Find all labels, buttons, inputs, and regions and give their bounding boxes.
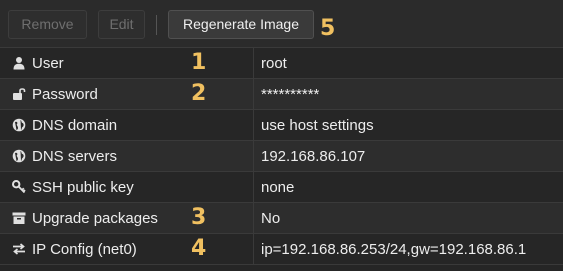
row-key-label: IP Config (net0): [32, 240, 137, 258]
annotation-badge-3: 3: [191, 205, 207, 230]
annotation-badge-5: 5: [320, 16, 336, 41]
globe-icon: [12, 118, 26, 132]
row-value: No: [261, 209, 281, 227]
table-row-upgrade-packages[interactable]: Upgrade packages 3 No: [0, 203, 563, 234]
table-row-ssh-public-key[interactable]: SSH public key none: [0, 172, 563, 203]
archive-icon: [12, 211, 26, 225]
table-row-dns-servers[interactable]: DNS servers 192.168.86.107: [0, 141, 563, 172]
row-value: **********: [261, 85, 320, 103]
row-key-label: DNS servers: [32, 147, 118, 165]
row-key-label: DNS domain: [32, 116, 118, 134]
table-row-user[interactable]: User 1 root: [0, 48, 563, 79]
row-value: root: [261, 54, 287, 72]
unlock-icon: [12, 87, 26, 101]
row-value: 192.168.86.107: [261, 147, 366, 165]
annotation-badge-1: 1: [191, 50, 207, 75]
edit-button[interactable]: Edit: [98, 10, 145, 39]
row-value: use host settings: [261, 116, 374, 134]
annotation-badge-4: 4: [191, 236, 207, 261]
globe-icon: [12, 149, 26, 163]
key-icon: [12, 180, 26, 194]
row-value: ip=192.168.86.253/24,gw=192.168.86.1: [261, 240, 527, 258]
regenerate-image-button[interactable]: Regenerate Image: [168, 10, 314, 39]
row-key-label: SSH public key: [32, 178, 134, 196]
table-row-password[interactable]: Password 2 **********: [0, 79, 563, 110]
row-value: none: [261, 178, 295, 196]
exchange-icon: [12, 242, 26, 256]
table-row-ip-config[interactable]: IP Config (net0) 4 ip=192.168.86.253/24,…: [0, 234, 563, 265]
row-key-label: Upgrade packages: [32, 209, 158, 227]
toolbar: Remove Edit Regenerate Image 5: [0, 0, 563, 48]
cloud-init-table: User 1 root Password 2 ********** DNS do…: [0, 48, 563, 265]
table-row-dns-domain[interactable]: DNS domain use host settings: [0, 110, 563, 141]
row-key-label: User: [32, 54, 64, 72]
toolbar-separator: [156, 15, 157, 35]
annotation-badge-2: 2: [191, 81, 207, 106]
user-icon: [12, 56, 26, 70]
remove-button[interactable]: Remove: [8, 10, 87, 39]
row-key-label: Password: [32, 85, 98, 103]
